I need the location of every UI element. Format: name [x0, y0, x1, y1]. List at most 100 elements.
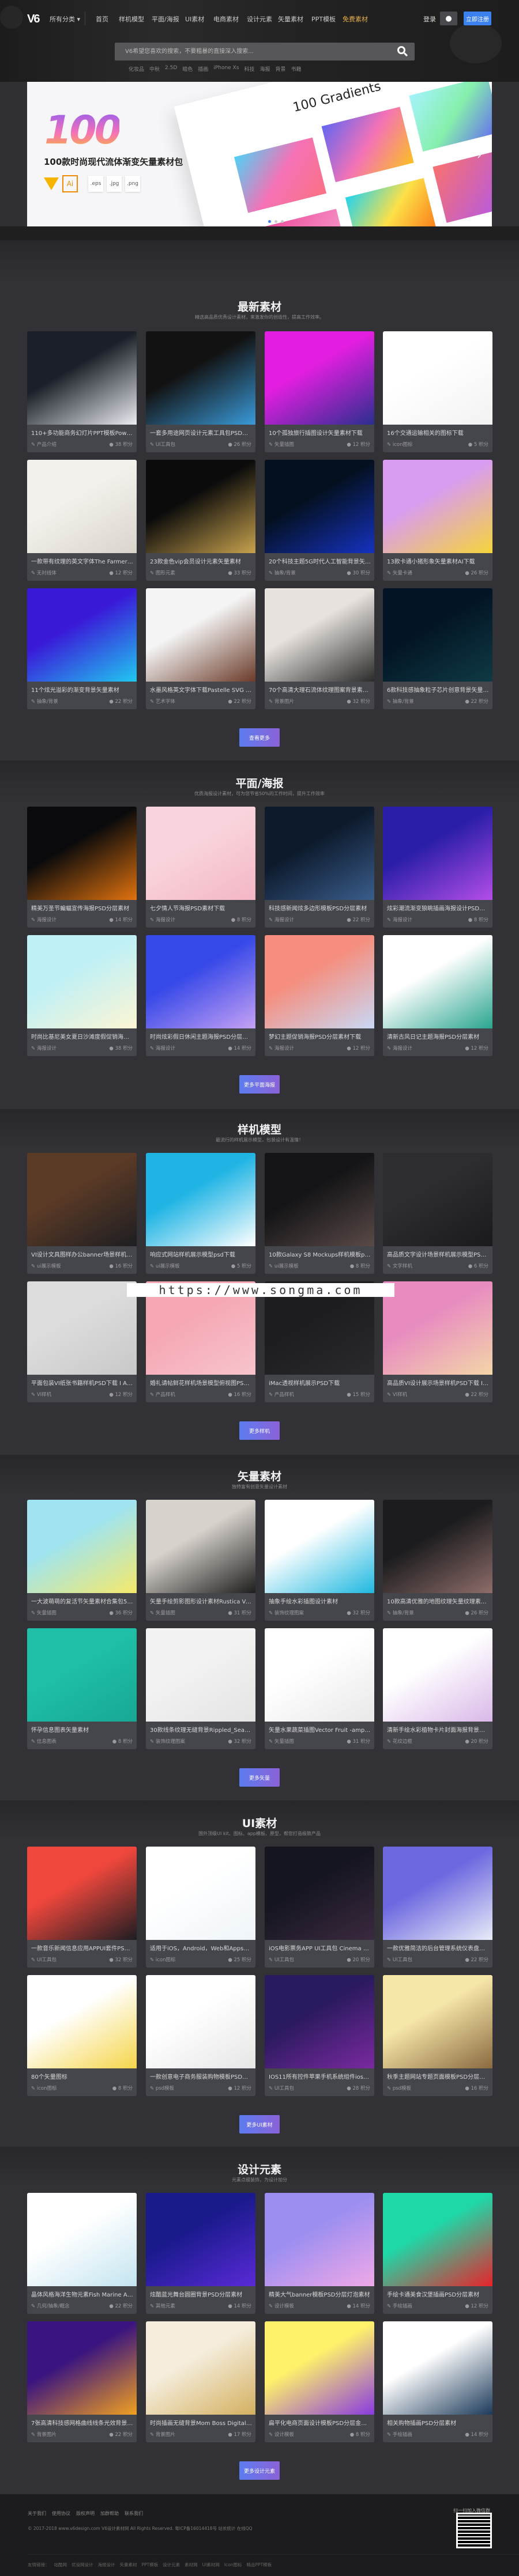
- banner-next-arrow-icon[interactable]: ›: [477, 148, 482, 162]
- card-thumbnail[interactable]: [27, 1153, 137, 1246]
- card-thumbnail[interactable]: [27, 588, 137, 682]
- card-thumbnail[interactable]: [146, 1500, 255, 1593]
- card-title[interactable]: 6款科技感抽象粒子芯片创意背景矢量素材下载: [387, 685, 490, 694]
- card-title[interactable]: 10款Galaxy S8 Mockups样机模板psd下载: [269, 1250, 371, 1258]
- card-category[interactable]: ✎ UI工具包: [269, 2085, 294, 2091]
- card-thumbnail[interactable]: [265, 460, 374, 553]
- material-card[interactable]: 16个交通运输相关的图标下载 ✎ icon图标 ● 5 积分: [383, 331, 492, 452]
- card-category[interactable]: ✎ icon图标: [150, 1956, 175, 1963]
- hot-tag[interactable]: 科技: [244, 65, 254, 73]
- card-title[interactable]: 30款线条纹理无缝背景Rippled_Seamless_...: [150, 1725, 253, 1734]
- card-category[interactable]: ✎ 矢量插图: [269, 441, 294, 448]
- card-thumbnail[interactable]: [265, 1500, 374, 1593]
- card-category[interactable]: ✎ 矢量插图: [31, 1609, 57, 1616]
- material-card[interactable]: 清新手绘水彩植物卡片封面海报背景模版矢... ✎ 花纹边框 ● 20 积分: [383, 1628, 492, 1749]
- card-title[interactable]: 响应式网站样机展示模型psd下载: [150, 1250, 253, 1258]
- card-title[interactable]: 秋季主题网站专题页面模板PSD分层书本素材: [387, 2072, 490, 2081]
- card-thumbnail[interactable]: [383, 2193, 492, 2286]
- more-button[interactable]: 更多样机: [239, 1421, 280, 1440]
- card-title[interactable]: 晶体风格海洋生物元素Fish Marine Animal...: [31, 2290, 134, 2298]
- card-thumbnail[interactable]: [27, 1628, 137, 1722]
- material-card[interactable]: 10款Galaxy S8 Mockups样机模板psd下载 ✎ ui展示模板 ● 8…: [265, 1153, 374, 1274]
- nav-ecommerce[interactable]: 电商素材: [213, 14, 239, 24]
- material-card[interactable]: 一大波萌萌的复活节矢量素材合集包500. ✎ 矢量插图 ● 36 积分: [27, 1500, 137, 1621]
- card-category[interactable]: ✎ 图形元素: [150, 569, 175, 576]
- card-category[interactable]: ✎ 海报设计: [31, 1045, 57, 1051]
- footer-link[interactable]: 关于我们: [28, 2510, 46, 2517]
- card-category[interactable]: ✎ ui展示模板: [269, 1262, 299, 1269]
- material-card[interactable]: 80个矢量图标 ✎ icon图标 ● 8 积分: [27, 1975, 137, 2096]
- card-category[interactable]: ✎ 文字样机: [387, 1262, 412, 1269]
- hot-tag[interactable]: 插画: [198, 65, 208, 73]
- card-thumbnail[interactable]: [146, 588, 255, 682]
- material-card[interactable]: 10个孤独旅行插图设计矢量素材下载 ✎ 矢量插图 ● 12 积分: [265, 331, 374, 452]
- friend-link[interactable]: Icon图标: [224, 2562, 242, 2568]
- all-categories-dropdown[interactable]: 所有分类 ▾: [50, 14, 80, 24]
- search-icon[interactable]: [397, 46, 405, 54]
- material-card[interactable]: 科技感新闻炫多边形模板PSD分层素材 ✎ 海报设计 ● 22 积分: [265, 807, 374, 928]
- card-category[interactable]: ✎ 抽象/背景: [387, 1609, 414, 1616]
- nav-home[interactable]: 首页: [96, 14, 108, 24]
- material-card[interactable]: 清新古风日记主题海报PSD分层素材 ✎ 海报设计 ● 12 积分: [383, 935, 492, 1056]
- card-category[interactable]: ✎ 产品介绍: [31, 441, 57, 448]
- material-card[interactable]: 时尚插画无缝背景Mom Boss Digital Pape... ✎ 背景图片 ● …: [146, 2321, 255, 2442]
- card-category[interactable]: ✎ 花纹边框: [387, 1738, 412, 1745]
- material-card[interactable]: 一款带有纹理的英文字体The Farmer Font ✎ 无衬线体 ● 12 积分: [27, 460, 137, 581]
- card-category[interactable]: ✎ 信息图表: [31, 1738, 57, 1745]
- card-title[interactable]: 清新古风日记主题海报PSD分层素材: [387, 1032, 490, 1041]
- card-category[interactable]: ✎ 无衬线体: [31, 569, 57, 576]
- card-title[interactable]: 110+多功能商务幻灯片PPT模板Powerpoi...: [31, 428, 134, 437]
- card-title[interactable]: 11个炫光溢彩的渐变背景矢量素材: [31, 685, 134, 694]
- card-title[interactable]: 70个高清大理石流体纹理图案背景素材 Lux...: [269, 685, 371, 694]
- material-card[interactable]: 高品质文字设计场景样机展示模型PSD下载 I... ✎ 文字样机 ● 6 积分: [383, 1153, 492, 1274]
- material-card[interactable]: 时尚炫彩假日休闲主题海报PSD分层字母C素材 ✎ 海报设计 ● 14 积分: [146, 935, 255, 1056]
- footer-link[interactable]: 版权声明: [76, 2510, 95, 2517]
- friend-link[interactable]: 优设网设计: [72, 2562, 93, 2568]
- material-card[interactable]: 精美万圣节蝙蝠宣传海报PSD分层素材 ✎ 海报设计 ● 14 积分: [27, 807, 137, 928]
- material-card[interactable]: 手绘卡通美食汉堡插画PSD分层素材 ✎ 手绘插画 ● 12 积分: [383, 2193, 492, 2314]
- qq-login-button[interactable]: ●: [440, 12, 457, 25]
- card-category[interactable]: ✎ 海报设计: [269, 916, 294, 923]
- card-category[interactable]: ✎ 海报设计: [150, 916, 175, 923]
- material-card[interactable]: 适用于iOS，Android，Web和Apps的500... ✎ icon图标 ● …: [146, 1847, 255, 1968]
- card-title[interactable]: 10款高清优雅的地图纹理矢量纹理素材 Map...: [387, 1597, 490, 1605]
- card-title[interactable]: 一大波萌萌的复活节矢量素材合集包500.: [31, 1597, 134, 1605]
- material-card[interactable]: 13款卡通小猪形象矢量素材AI下载 ✎ 矢量卡通 ● 26 积分: [383, 460, 492, 581]
- card-title[interactable]: 23款金色vip会员设计元素矢量素材: [150, 557, 253, 565]
- card-title[interactable]: 怀孕信息图表矢量素材: [31, 1725, 134, 1734]
- friend-link[interactable]: 海报设计: [98, 2562, 115, 2568]
- card-category[interactable]: ✎ 设计模板: [269, 2431, 294, 2438]
- material-card[interactable]: 抽象手绘水彩插图设计素材 ✎ 装饰纹理图案 ● 32 积分: [265, 1500, 374, 1621]
- card-thumbnail[interactable]: [383, 807, 492, 900]
- card-category[interactable]: ✎ 手绘插画: [387, 2431, 412, 2438]
- material-card[interactable]: iMac透视样机展示PSD下载 ✎ 产品样机 ● 15 积分: [265, 1281, 374, 1402]
- card-thumbnail[interactable]: [146, 1847, 255, 1940]
- card-title[interactable]: 高品质文字设计场景样机展示模型PSD下载 I...: [387, 1250, 490, 1258]
- card-title[interactable]: 16个交通运输相关的图标下载: [387, 428, 490, 437]
- card-title[interactable]: iMac透视样机展示PSD下载: [269, 1378, 371, 1387]
- more-button[interactable]: 更多设计元素: [239, 2461, 280, 2480]
- card-category[interactable]: ✎ ui展示模板: [150, 1262, 180, 1269]
- card-category[interactable]: ✎ UI工具包: [269, 1956, 294, 1963]
- material-card[interactable]: 婚礼请帖鲜花样机场景模型俯视图PSD下载 ... ✎ 产品样机 ● 16 积分: [146, 1281, 255, 1402]
- card-category[interactable]: ✎ 抽象/背景: [31, 698, 58, 705]
- card-category[interactable]: ✎ 几何/抽象/概念: [31, 2302, 70, 2309]
- card-category[interactable]: ✎ 背景图片: [31, 2431, 57, 2438]
- nav-posters[interactable]: 平面/海报: [152, 14, 179, 24]
- material-card[interactable]: 炫酷蓝光舞台圆圈背景PSD分层素材 ✎ 其他元素 ● 14 积分: [146, 2193, 255, 2314]
- card-category[interactable]: ✎ UI工具包: [31, 1956, 57, 1963]
- material-card[interactable]: 扁平化电商页面设计模板PSD分层金币素材 ✎ 设计模板 ● 8 积分: [265, 2321, 374, 2442]
- material-card[interactable]: 23款金色vip会员设计元素矢量素材 ✎ 图形元素 ● 33 积分: [146, 460, 255, 581]
- card-thumbnail[interactable]: [27, 460, 137, 553]
- card-thumbnail[interactable]: [383, 1153, 492, 1246]
- card-thumbnail[interactable]: [146, 2193, 255, 2286]
- material-card[interactable]: 高品质VI设计展示场景样机PSD下载 I Am C... ✎ VI样机 ● 22 积…: [383, 1281, 492, 1402]
- card-category[interactable]: ✎ 海报设计: [387, 1045, 412, 1051]
- card-title[interactable]: 时尚比基尼美女夏日沙滩度假促销海报psd素...: [31, 1032, 134, 1041]
- friend-link[interactable]: 设计元素: [163, 2562, 180, 2568]
- footer-link[interactable]: 加群帮助: [100, 2510, 119, 2517]
- card-title[interactable]: 适用于iOS，Android，Web和Apps的500...: [150, 1943, 253, 1952]
- card-title[interactable]: 一款音乐新闻信息应用APPUI套件PSD&Sk...: [31, 1943, 134, 1952]
- friend-link[interactable]: PPT模板: [142, 2562, 159, 2568]
- hot-tag[interactable]: 暗色: [182, 65, 193, 73]
